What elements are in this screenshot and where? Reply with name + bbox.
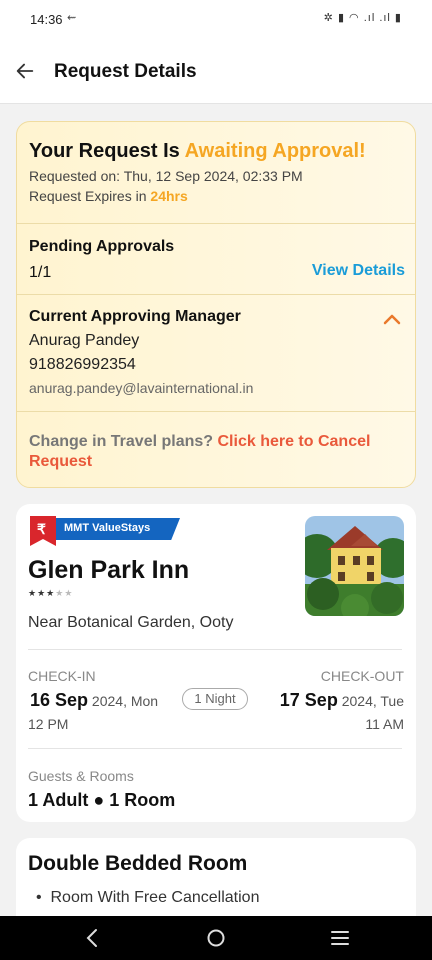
notification-icon: ⇜: [67, 12, 77, 24]
request-status-section: Your Request Is Awaiting Approval! Reque…: [17, 140, 415, 204]
value-stays-badge: ₹ MMT ValueStays: [28, 516, 180, 546]
room-title: Double Bedded Room: [28, 852, 248, 875]
nights-pill: 1 Night: [182, 688, 248, 710]
checkout-year-weekday: 2024, Tue: [337, 693, 404, 709]
system-status-icons: ✲ ▮ ◠ .ıl .ıl ▮: [323, 12, 402, 24]
manager-name: Anurag Pandey: [29, 332, 140, 349]
star-empty-icon: ★: [55, 588, 65, 598]
hotel-name: Glen Park Inn: [28, 556, 190, 584]
app-header: Request Details: [0, 40, 432, 104]
change-plans-text: Change in Travel plans? Click here to Ca…: [29, 432, 405, 472]
badge-label: MMT ValueStays: [64, 522, 151, 534]
status-title-value: Awaiting Approval!: [184, 140, 366, 162]
checkin-day: 16 Sep: [30, 690, 89, 710]
system-navigation-bar: [0, 916, 432, 960]
pending-approvals-label: Pending Approvals: [29, 238, 175, 255]
hotel-address: Near Botanical Garden, Ooty: [28, 614, 234, 631]
change-plans-section: Change in Travel plans? Click here to Ca…: [17, 411, 415, 487]
status-time: 14:36: [30, 12, 63, 27]
approving-manager-section: Current Approving Manager Anurag Pandey …: [17, 294, 415, 412]
change-plans-prefix: Change in Travel plans?: [29, 433, 218, 450]
nav-menu-icon[interactable]: [330, 928, 350, 948]
status-bar: 14:36 ⇜ ✲ ▮ ◠ .ıl .ıl ▮: [0, 0, 432, 40]
hotel-photo[interactable]: [305, 516, 404, 616]
manager-heading: Current Approving Manager: [29, 308, 241, 325]
manager-phone: 918826992354: [29, 356, 136, 373]
divider: [28, 649, 402, 650]
checkin-year-weekday: 2024, Mon: [88, 693, 159, 709]
requested-on-text: Requested on: Thu, 12 Sep 2024, 02:33 PM: [29, 168, 303, 184]
nav-home-icon[interactable]: [206, 928, 226, 948]
view-details-link[interactable]: View Details: [312, 262, 405, 280]
star-empty-icon: ★: [64, 588, 74, 598]
pending-approvals-section: Pending Approvals 1/1 View Details: [17, 223, 415, 295]
star-filled-icon: ★: [28, 588, 38, 598]
expires-value: 24hrs: [150, 188, 188, 204]
checkout-time: 11 AM: [365, 716, 404, 732]
guests-rooms-value: 1 Adult ● 1 Room: [28, 790, 176, 810]
chevron-up-icon[interactable]: [383, 313, 401, 325]
page-title: Request Details: [54, 61, 197, 82]
divider: [28, 748, 402, 749]
checkin-date: 16 Sep 2024, Mon: [30, 690, 158, 711]
room-feature-item: • Room With Free Cancellation: [36, 889, 260, 906]
hotel-card: ₹ MMT ValueStays Glen Park Inn ★★★★★ Nea…: [16, 504, 416, 822]
guests-rooms-label: Guests & Rooms: [28, 768, 134, 784]
checkout-date: 17 Sep 2024, Tue: [280, 690, 404, 711]
checkin-time: 12 PM: [28, 716, 69, 732]
room-feature-text: Room With Free Cancellation: [50, 889, 260, 906]
star-rating: ★★★★★: [28, 588, 73, 599]
star-filled-icon: ★: [46, 588, 56, 598]
checkout-day: 17 Sep: [279, 690, 338, 710]
star-filled-icon: ★: [37, 588, 47, 598]
approval-status-card: Your Request Is Awaiting Approval! Reque…: [16, 121, 416, 488]
manager-email: anurag.pandey@lavainternational.in: [29, 380, 254, 396]
status-title-prefix: Your Request Is: [29, 140, 185, 162]
expires-text: Request Expires in 24hrs: [29, 188, 405, 204]
nav-back-icon[interactable]: [84, 928, 100, 948]
rupee-icon: ₹: [37, 521, 46, 537]
request-status-title: Your Request Is Awaiting Approval!: [29, 140, 405, 163]
checkout-label: CHECK-OUT: [320, 668, 404, 684]
checkin-label: CHECK-IN: [28, 668, 96, 684]
back-arrow-icon[interactable]: [14, 60, 36, 82]
expires-prefix: Request Expires in: [29, 188, 151, 204]
